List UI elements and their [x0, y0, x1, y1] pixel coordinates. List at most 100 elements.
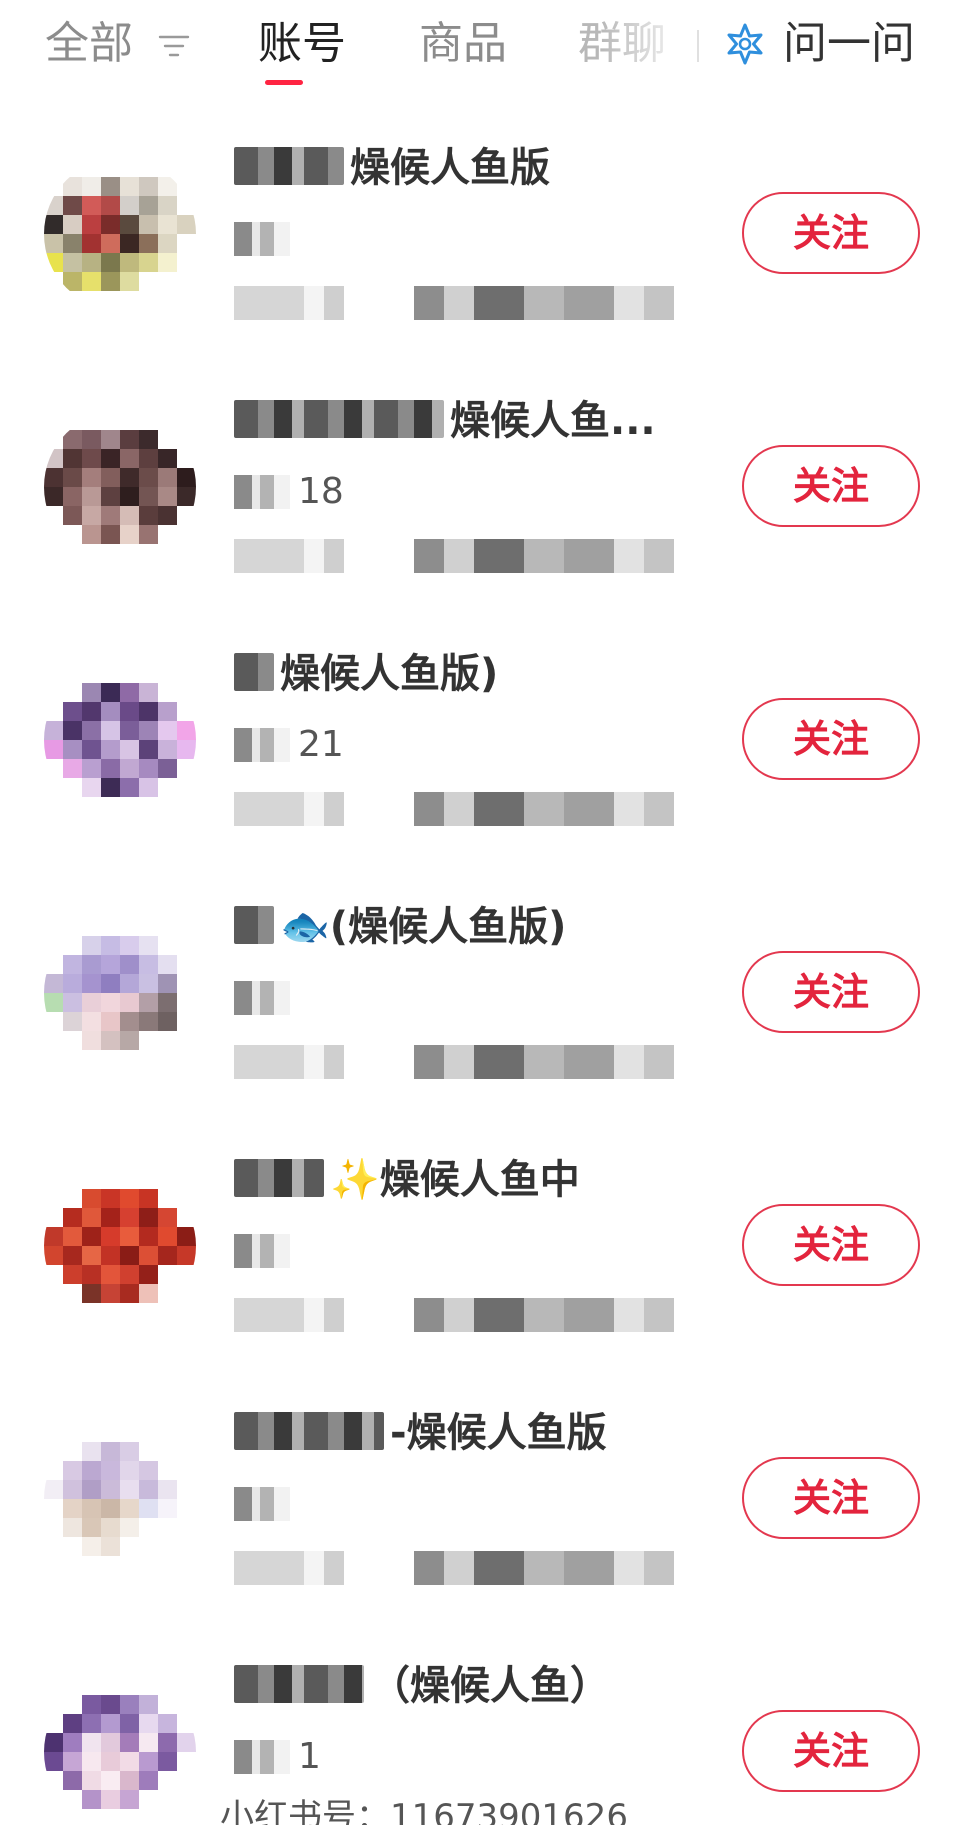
avatar-pixel — [158, 1752, 177, 1771]
avatar-pixel — [63, 430, 82, 449]
avatar-pixel — [101, 1246, 120, 1265]
avatar-pixel — [177, 778, 196, 797]
filter-icon[interactable] — [158, 33, 190, 59]
avatar-pixel — [44, 1246, 63, 1265]
avatar-pixel — [120, 253, 139, 272]
red-id-mosaic — [234, 286, 674, 320]
avatar-pixel — [63, 234, 82, 253]
avatar[interactable] — [44, 411, 196, 563]
user-row[interactable]: ✨燥候人鱼中关注 — [0, 1108, 960, 1361]
avatar-pixel — [101, 1208, 120, 1227]
avatar-pixel — [158, 215, 177, 234]
user-row[interactable]: 燥候人鱼版关注 — [0, 96, 960, 349]
avatar-pixel — [63, 974, 82, 993]
avatar-pixel — [63, 253, 82, 272]
avatar-pixel — [139, 1265, 158, 1284]
avatar[interactable] — [44, 1170, 196, 1322]
avatar-pixel — [82, 177, 101, 196]
avatar-pixel — [158, 993, 177, 1012]
avatar-pixel — [120, 936, 139, 955]
avatar-pixel — [158, 234, 177, 253]
avatar-pixel — [44, 1733, 63, 1752]
avatar-pixel — [158, 740, 177, 759]
avatar-pixel — [63, 1284, 82, 1303]
avatar-pixel — [177, 1265, 196, 1284]
avatar-pixel — [139, 1480, 158, 1499]
avatar-pixel — [139, 1518, 158, 1537]
tab-all[interactable]: 全部 — [45, 14, 133, 74]
avatar-pixel — [101, 1461, 120, 1480]
avatar-pixel — [158, 468, 177, 487]
avatar[interactable] — [44, 158, 196, 310]
tab-goods[interactable]: 商品 — [419, 14, 507, 74]
avatar-pixel — [177, 272, 196, 291]
avatar-pixel — [120, 215, 139, 234]
avatar-pixel — [120, 1752, 139, 1771]
avatar-pixel — [120, 955, 139, 974]
tab-ask[interactable]: 问一问 — [783, 14, 915, 74]
avatar-pixel — [139, 740, 158, 759]
user-name[interactable]: -燥候人鱼版 — [234, 1405, 607, 1461]
avatar-pixel — [44, 1695, 63, 1714]
user-name[interactable]: 🐟(燥候人鱼版) — [234, 899, 566, 955]
user-row[interactable]: -燥候人鱼版关注 — [0, 1361, 960, 1614]
avatar[interactable] — [44, 1676, 196, 1825]
avatar-pixel — [63, 1771, 82, 1790]
avatar-pixel — [82, 1284, 101, 1303]
avatar-pixel — [139, 215, 158, 234]
fans-count — [234, 1481, 298, 1527]
user-name[interactable]: ✨燥候人鱼中 — [234, 1152, 580, 1208]
avatar-pixel — [158, 1537, 177, 1556]
avatar-pixel — [177, 702, 196, 721]
avatar-pixel — [101, 955, 120, 974]
follow-button[interactable]: 关注 — [742, 951, 920, 1033]
avatar[interactable] — [44, 917, 196, 1069]
avatar-pixel — [44, 449, 63, 468]
avatar-pixel — [177, 1499, 196, 1518]
user-name-text: 🐟(燥候人鱼版) — [280, 904, 567, 950]
avatar-pixel — [158, 1695, 177, 1714]
avatar-pixel — [177, 487, 196, 506]
avatar-pixel — [44, 1752, 63, 1771]
user-name[interactable]: 燥候人鱼... — [234, 393, 656, 449]
follow-button[interactable]: 关注 — [742, 1204, 920, 1286]
avatar-pixel — [82, 1714, 101, 1733]
name-mosaic — [234, 906, 274, 944]
avatar[interactable] — [44, 1423, 196, 1575]
avatar-pixel — [139, 1752, 158, 1771]
follow-button[interactable]: 关注 — [742, 1710, 920, 1792]
user-row[interactable]: 燥候人鱼版) 21 关注 — [0, 602, 960, 855]
avatar-pixel — [44, 1771, 63, 1790]
user-name[interactable]: （燥候人鱼） — [234, 1658, 610, 1714]
user-row[interactable]: （燥候人鱼） 1 小红书号：11673901626 关注 — [0, 1614, 960, 1825]
tab-account[interactable]: 账号 — [258, 14, 346, 74]
avatar-pixel — [101, 234, 120, 253]
avatar-pixel — [101, 1752, 120, 1771]
avatar-pixel — [63, 1189, 82, 1208]
avatar-pixel — [44, 1031, 63, 1050]
avatar-pixel — [82, 468, 101, 487]
avatar[interactable] — [44, 664, 196, 816]
ask-star-icon[interactable] — [723, 22, 767, 66]
avatar-pixel — [44, 702, 63, 721]
avatar-pixel — [101, 506, 120, 525]
avatar-pixel — [120, 1714, 139, 1733]
follow-button[interactable]: 关注 — [742, 445, 920, 527]
avatar-pixel — [101, 215, 120, 234]
avatar-pixel — [101, 1284, 120, 1303]
avatar-pixel — [44, 253, 63, 272]
avatar-pixel — [101, 449, 120, 468]
tab-divider — [697, 30, 699, 62]
follow-button[interactable]: 关注 — [742, 192, 920, 274]
user-name[interactable]: 燥候人鱼版) — [234, 646, 498, 702]
avatar-pixel — [63, 1208, 82, 1227]
user-name[interactable]: 燥候人鱼版 — [234, 140, 550, 196]
user-row[interactable]: 燥候人鱼... 18 关注 — [0, 349, 960, 602]
follow-button[interactable]: 关注 — [742, 698, 920, 780]
user-row[interactable]: 🐟(燥候人鱼版) 关注 — [0, 855, 960, 1108]
avatar-pixel — [139, 1537, 158, 1556]
follow-button[interactable]: 关注 — [742, 1457, 920, 1539]
avatar-pixel — [82, 1442, 101, 1461]
avatar-pixel — [139, 1284, 158, 1303]
avatar-pixel — [63, 1480, 82, 1499]
